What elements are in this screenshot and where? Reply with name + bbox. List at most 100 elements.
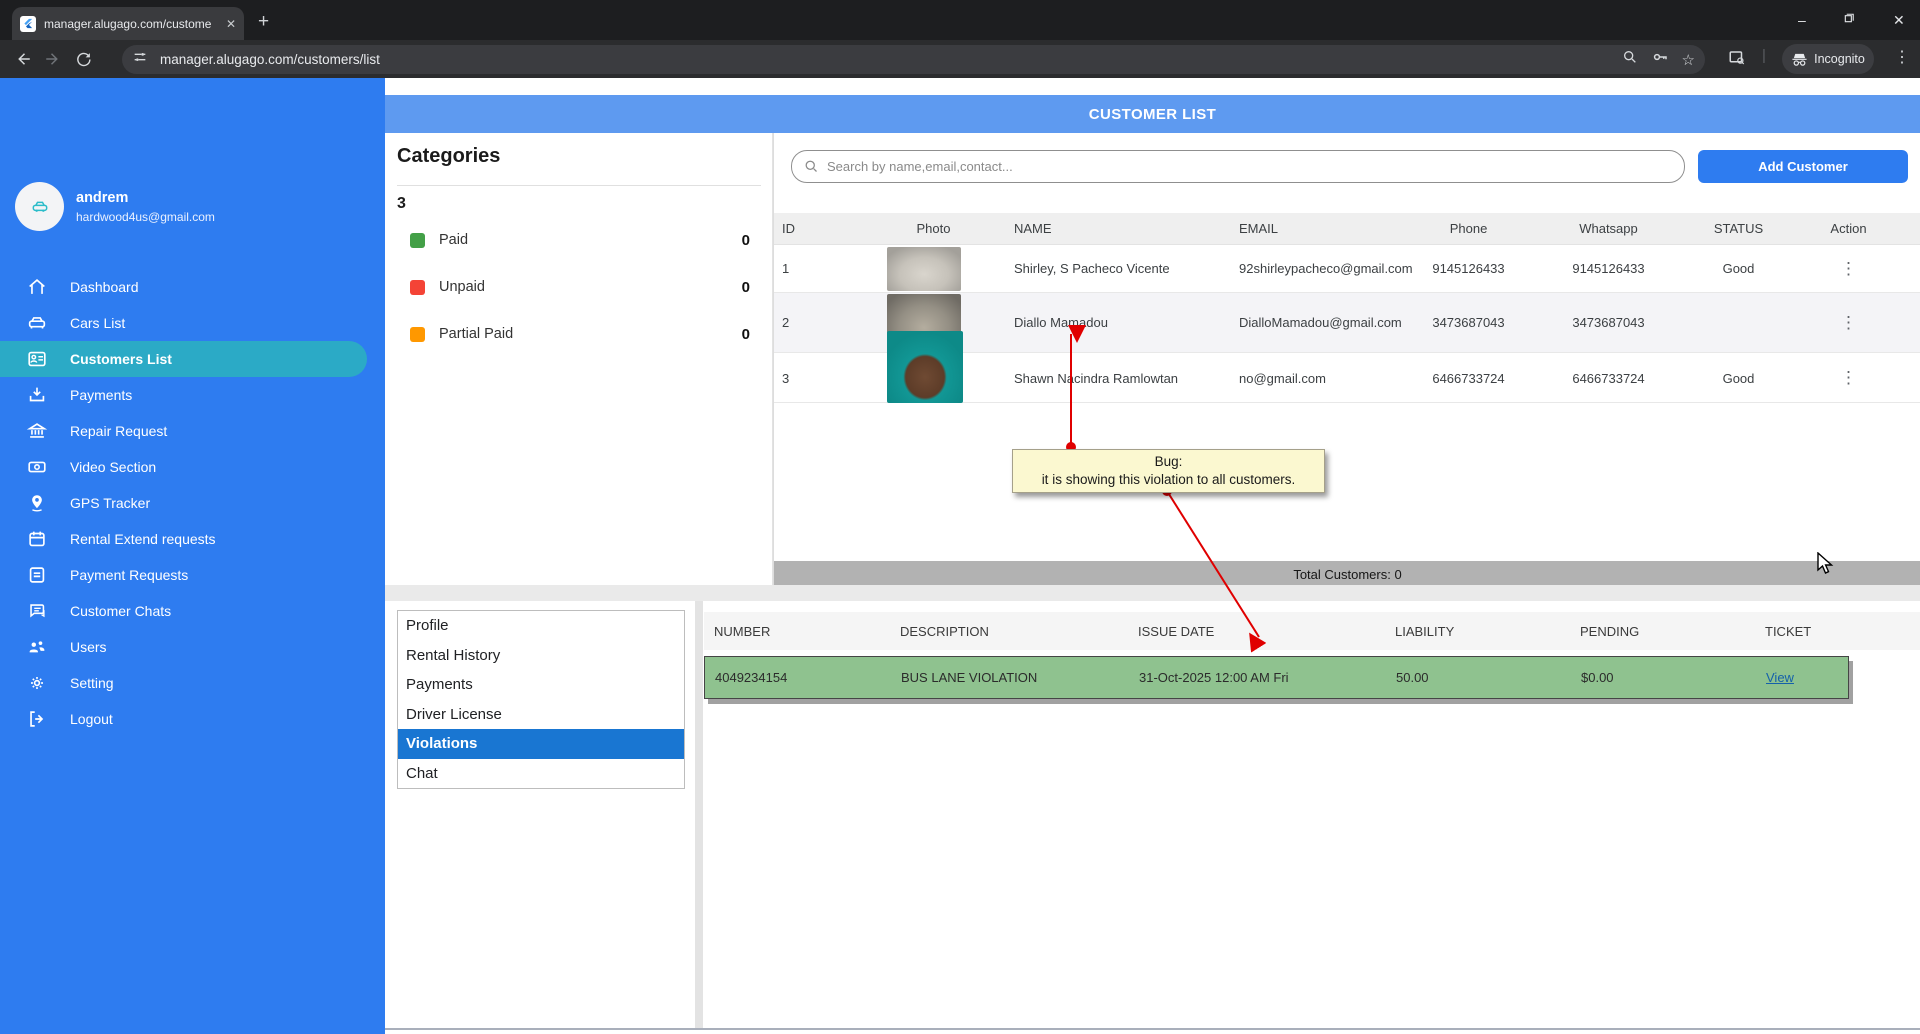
- browser-tab-strip: manager.alugago.com/custome ✕ + – ✕: [0, 0, 1920, 40]
- bookmark-star-icon[interactable]: ☆: [1682, 51, 1695, 69]
- bug-note-line1: Bug:: [1013, 453, 1324, 471]
- page-header: CUSTOMER LIST: [385, 95, 1920, 133]
- new-tab-icon[interactable]: +: [258, 12, 269, 31]
- page-bottom-border: [385, 1028, 1920, 1030]
- sidebar-item-label: Dashboard: [70, 279, 139, 295]
- user-email: hardwood4us@gmail.com: [76, 210, 215, 224]
- sidebar-item-video-section[interactable]: Video Section: [0, 449, 385, 485]
- sidebar-item-label: Customers List: [70, 351, 172, 367]
- search-input[interactable]: [827, 159, 1672, 174]
- tab-violations[interactable]: Violations: [398, 729, 684, 759]
- toolbar-divider: |: [1762, 47, 1766, 64]
- back-icon[interactable]: [8, 44, 38, 74]
- col-pending: PENDING: [1570, 624, 1755, 639]
- customer-photo[interactable]: [887, 247, 961, 291]
- tab-close-icon[interactable]: ✕: [226, 17, 236, 31]
- sidebar-item-logout[interactable]: Logout: [0, 701, 385, 737]
- category-row-paid[interactable]: Paid 0: [410, 229, 750, 251]
- browser-tab[interactable]: manager.alugago.com/custome ✕: [12, 7, 244, 40]
- sidebar-item-dashboard[interactable]: Dashboard: [0, 269, 385, 305]
- bug-annotation-note: Bug: it is showing this violation to all…: [1012, 449, 1325, 493]
- sidebar-item-customer-chats[interactable]: Customer Chats: [0, 593, 385, 629]
- col-liability: LIABILITY: [1385, 624, 1570, 639]
- divider: [397, 185, 761, 186]
- password-key-icon[interactable]: [1651, 48, 1669, 71]
- tab-title: manager.alugago.com/custome: [44, 17, 218, 31]
- customers-area: Add Customer ID Photo NAME EMAIL Phone W…: [773, 133, 1920, 585]
- customer-row[interactable]: 1 Shirley, S Pacheco Vicente 92shirleypa…: [774, 245, 1920, 293]
- col-id: ID: [774, 221, 861, 236]
- cell-email: DialloMamadou@gmail.com: [1231, 315, 1421, 330]
- col-ticket: TICKET: [1755, 624, 1920, 639]
- tab-payments[interactable]: Payments: [398, 670, 684, 700]
- browser-menu-icon[interactable]: ⋮: [1894, 47, 1910, 67]
- window-minimize-icon[interactable]: –: [1798, 12, 1806, 28]
- url-text[interactable]: manager.alugago.com/customers/list: [160, 52, 1622, 67]
- detail-tabs: Profile Rental History Payments Driver L…: [397, 610, 685, 789]
- cell-status: Good: [1701, 261, 1776, 276]
- cell-email: 92shirleypacheco@gmail.com: [1231, 261, 1421, 276]
- cell-whatsapp: 6466733724: [1516, 371, 1701, 386]
- col-description: DESCRIPTION: [890, 624, 1128, 639]
- sidebar-item-rental-extend-requests[interactable]: Rental Extend requests: [0, 521, 385, 557]
- col-number: NUMBER: [704, 624, 890, 639]
- customer-detail-section: Profile Rental History Payments Driver L…: [385, 601, 1920, 1028]
- address-bar[interactable]: manager.alugago.com/customers/list ☆: [122, 45, 1705, 74]
- tab-profile[interactable]: Profile: [398, 611, 684, 641]
- category-label: Partial Paid: [439, 326, 513, 342]
- send-to-device-icon[interactable]: [1728, 49, 1746, 72]
- sidebar-item-repair-request[interactable]: Repair Request: [0, 413, 385, 449]
- zoom-search-icon[interactable]: [1622, 49, 1638, 70]
- forward-icon[interactable]: [38, 44, 68, 74]
- col-action: Action: [1776, 221, 1920, 236]
- window-restore-icon[interactable]: [1843, 11, 1856, 27]
- sidebar-item-label: Payments: [70, 387, 132, 403]
- sidebar-item-payments[interactable]: Payments: [0, 377, 385, 413]
- sidebar-item-users[interactable]: Users: [0, 629, 385, 665]
- cell-phone: 3473687043: [1421, 315, 1516, 330]
- categories-panel: Categories 3 Paid 0 Unpaid 0 Partial Pai…: [385, 133, 773, 585]
- customers-table-header: ID Photo NAME EMAIL Phone Whatsapp STATU…: [774, 213, 1920, 245]
- row-actions-icon[interactable]: ⋮: [1776, 368, 1920, 388]
- row-actions-icon[interactable]: ⋮: [1776, 259, 1920, 279]
- site-info-icon[interactable]: [132, 49, 148, 70]
- cell-whatsapp: 9145126433: [1516, 261, 1701, 276]
- search-icon: [804, 159, 819, 174]
- category-row-partial-paid[interactable]: Partial Paid 0: [410, 323, 750, 345]
- avatar[interactable]: [15, 182, 64, 231]
- category-count: 0: [742, 326, 750, 343]
- add-customer-button[interactable]: Add Customer: [1698, 150, 1908, 183]
- total-customers-bar: Total Customers: 0: [774, 561, 1920, 588]
- cell-phone: 6466733724: [1421, 371, 1516, 386]
- tab-rental-history[interactable]: Rental History: [398, 641, 684, 671]
- sidebar-item-label: Rental Extend requests: [70, 531, 216, 547]
- category-row-unpaid[interactable]: Unpaid 0: [410, 276, 750, 298]
- sidebar-item-setting[interactable]: Setting: [0, 665, 385, 701]
- sidebar-item-gps-tracker[interactable]: GPS Tracker: [0, 485, 385, 521]
- customer-photo[interactable]: [887, 331, 963, 403]
- search-box[interactable]: [791, 150, 1685, 183]
- unpaid-color-chip: [410, 280, 425, 295]
- category-count: 0: [742, 232, 750, 249]
- mouse-cursor: [1815, 552, 1837, 576]
- cell-phone: 9145126433: [1421, 261, 1516, 276]
- cell-name: Diallo Mamadou: [1006, 315, 1231, 330]
- reload-icon[interactable]: [68, 44, 98, 74]
- incognito-badge: Incognito: [1782, 44, 1874, 74]
- sidebar-menu: Dashboard Cars List Customers List Payme…: [0, 269, 385, 737]
- tab-chat[interactable]: Chat: [398, 759, 684, 789]
- window-close-icon[interactable]: ✕: [1893, 12, 1905, 29]
- row-actions-icon[interactable]: ⋮: [1776, 313, 1920, 333]
- col-phone: Phone: [1421, 221, 1516, 236]
- sidebar-item-label: Payment Requests: [70, 567, 188, 583]
- tab-driver-license[interactable]: Driver License: [398, 700, 684, 730]
- sidebar-item-customers-list[interactable]: Customers List: [0, 341, 367, 377]
- violation-row[interactable]: 4049234154 BUS LANE VIOLATION 31-Oct-202…: [704, 656, 1849, 699]
- view-ticket-link[interactable]: View: [1766, 670, 1794, 685]
- sidebar-item-cars-list[interactable]: Cars List: [0, 305, 385, 341]
- cell-issue-date: 31-Oct-2025 12:00 AM Fri: [1129, 670, 1386, 685]
- customer-row[interactable]: 3 Shawn Nacindra Ramlowtan no@gmail.com …: [774, 353, 1920, 403]
- sidebar-item-label: Cars List: [70, 315, 125, 331]
- cell-status: Good: [1701, 371, 1776, 386]
- sidebar-item-payment-requests[interactable]: Payment Requests: [0, 557, 385, 593]
